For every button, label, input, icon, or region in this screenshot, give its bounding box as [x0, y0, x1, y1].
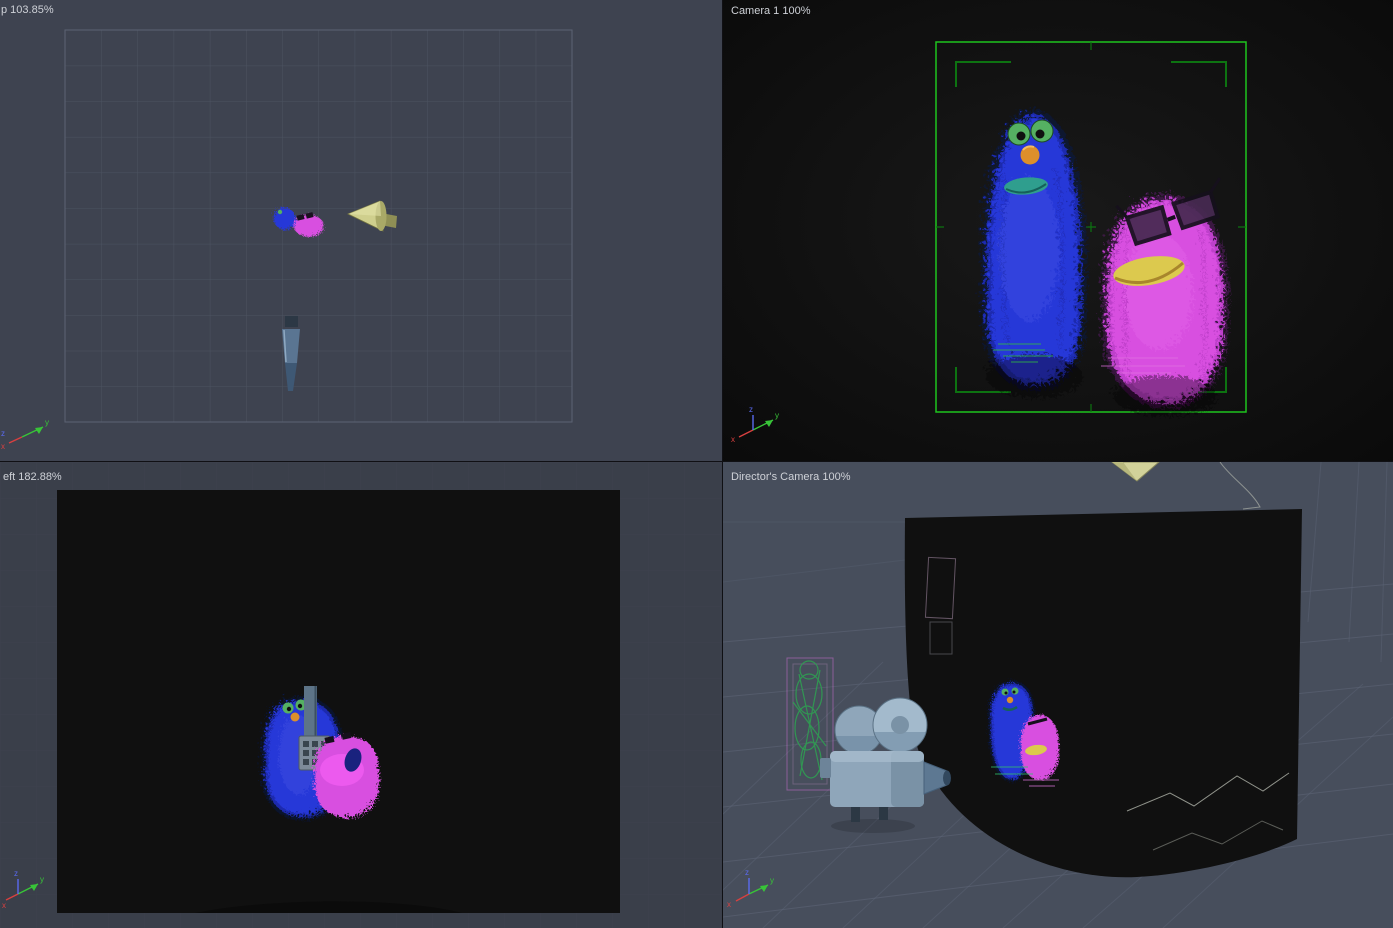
puppet-magenta[interactable]	[1097, 177, 1227, 412]
camera1-canvas[interactable]: x y z	[723, 0, 1393, 461]
reel-hub	[891, 716, 909, 734]
axis-z-label: z	[745, 868, 749, 877]
nose	[1006, 696, 1014, 704]
viewport-directors-camera[interactable]: z x y Director's Camera 100%	[723, 462, 1393, 928]
puppet-blue[interactable]	[977, 105, 1083, 394]
axis-y-label: y	[775, 411, 779, 420]
axis-y-label: y	[770, 876, 774, 885]
viewport-camera1[interactable]: x y z Camera 1 100%	[723, 0, 1393, 461]
camera-leg	[851, 807, 860, 822]
puppet-magenta-highlight	[1121, 230, 1189, 346]
axis-x-label: x	[2, 901, 6, 910]
viewport-directors-label[interactable]: Director's Camera 100%	[731, 471, 850, 483]
viewport-camera1-label[interactable]: Camera 1 100%	[731, 5, 811, 17]
axis-z-label: z	[1, 429, 5, 438]
left-pupil	[1016, 131, 1026, 141]
pupil	[1004, 691, 1008, 695]
axis-y-label: y	[45, 418, 49, 427]
left-view-canvas[interactable]: z x y	[0, 462, 722, 928]
puppet-blue-base-shadow	[982, 350, 1078, 394]
axis-z-label: z	[14, 869, 18, 878]
viewfinder	[820, 758, 831, 778]
viewport-top-label[interactable]: p 103.85%	[1, 4, 54, 16]
puppet-magenta-base-shadow	[1109, 372, 1213, 412]
camera-body-top	[830, 751, 924, 762]
directors-camera-canvas[interactable]: z x y	[723, 462, 1393, 928]
backdrop-side-view[interactable]	[57, 490, 620, 913]
axis-z-label: z	[749, 405, 753, 414]
camera-top-cap	[285, 316, 298, 327]
viewport-top[interactable]: z x y p 103.85%	[0, 0, 722, 461]
nose	[290, 712, 300, 722]
pupil	[297, 703, 303, 709]
axis-x-label: x	[727, 900, 731, 909]
camera-leg	[879, 807, 888, 820]
axis-y-label: y	[40, 875, 44, 884]
viewport-left[interactable]: z x y eft 182.88%	[0, 462, 722, 928]
puppet-magenta-small[interactable]	[1018, 713, 1058, 778]
axis-x-label: x	[1, 442, 5, 451]
pupil	[286, 706, 292, 712]
camera-lens	[943, 770, 951, 786]
puppet-blue-highlight	[995, 173, 1055, 317]
right-pupil	[1035, 129, 1045, 139]
quad-viewport-layout: z x y p 103.85% x y z Camera 1 100% z x …	[0, 0, 1393, 928]
puppet-eye-top	[277, 209, 283, 215]
top-view-canvas[interactable]: z x y	[0, 0, 722, 461]
pupil	[1012, 690, 1016, 694]
axis-x-label: x	[731, 435, 735, 444]
viewport-left-label[interactable]: eft 182.88%	[3, 471, 62, 483]
camera-shadow	[831, 819, 915, 833]
